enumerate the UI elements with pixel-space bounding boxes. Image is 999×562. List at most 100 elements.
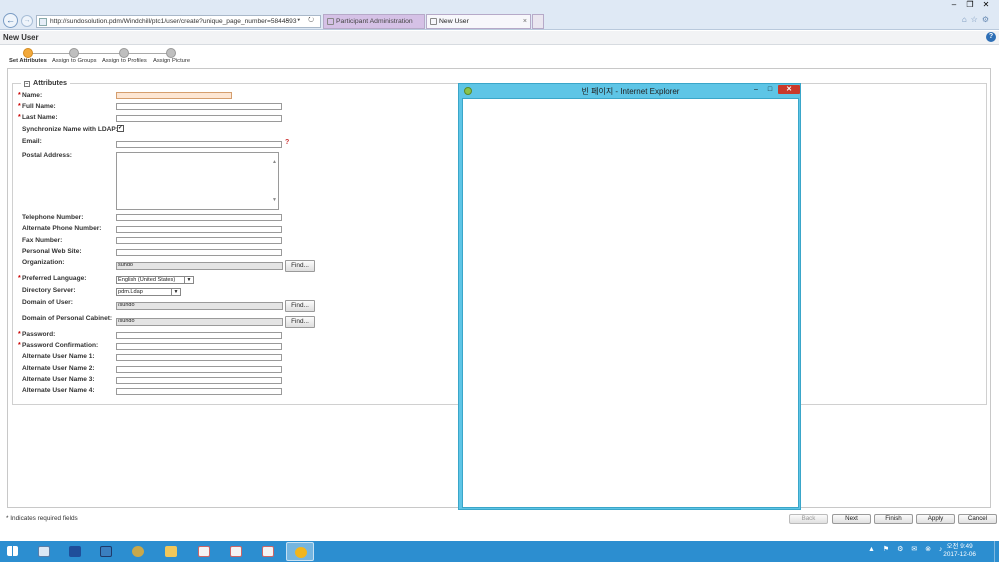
password-input[interactable] (116, 332, 282, 339)
domain-find-button[interactable]: Find... (285, 300, 315, 312)
back-arrow-icon[interactable]: ← (3, 13, 18, 28)
tab-participant-administration[interactable]: Participant Administration (323, 14, 425, 29)
ie-icon (295, 547, 307, 558)
required-marker: * (18, 331, 21, 338)
name-label: Name: (22, 92, 43, 99)
powershell-icon (69, 546, 81, 557)
java-icon (198, 546, 210, 557)
windows-logo-icon (7, 546, 18, 556)
wizard-connector (28, 53, 172, 54)
full-name-label: Full Name: (22, 103, 56, 110)
cabinet-domain-field: /sundo (116, 318, 283, 326)
step-label: Set Attributes (9, 58, 47, 64)
window-close-button[interactable]: ✕ (978, 0, 994, 9)
taskbar-app-internet-explorer[interactable] (286, 542, 314, 561)
email-help-icon[interactable]: ? (285, 139, 289, 146)
language-label: Preferred Language: (22, 275, 87, 282)
alt-user-name-2-input[interactable] (116, 366, 282, 373)
website-input[interactable] (116, 249, 282, 256)
section-title: Attributes (33, 78, 67, 87)
last-name-input[interactable] (116, 115, 282, 122)
cabinet-domain-find-button[interactable]: Find... (285, 316, 315, 328)
fax-input[interactable] (116, 237, 282, 244)
help-icon[interactable]: ? (986, 32, 996, 42)
email-input[interactable] (116, 141, 282, 148)
sync-ldap-label: Synchronize Name with LDAP: (22, 126, 118, 133)
alt-user-name-3-input[interactable] (116, 377, 282, 384)
forward-arrow-icon[interactable]: → (21, 15, 33, 27)
chevron-down-icon: ▼ (184, 277, 193, 283)
popup-maximize-button[interactable]: □ (763, 85, 777, 94)
chevron-down-icon: ▼ (171, 289, 180, 295)
server-manager-icon (38, 546, 50, 557)
scroll-up-icon[interactable]: ▲ (272, 159, 277, 165)
password-confirm-input[interactable] (116, 343, 282, 350)
required-marker: * (18, 103, 21, 110)
folder-icon (165, 546, 177, 557)
alt-user-name-1-input[interactable] (116, 354, 282, 361)
required-marker: * (18, 342, 21, 349)
taskbar-app-server-manager[interactable] (30, 542, 58, 561)
taskbar: ▲ ⚑ ⚙ ✉ ⊗ ♪ 오전 9:49 2017-12-06 (0, 541, 999, 562)
back-button[interactable]: Back (789, 514, 828, 524)
popup-minimize-button[interactable]: ‒ (749, 85, 763, 94)
java-icon (230, 546, 242, 557)
step-label: Assign to Groups (52, 58, 97, 64)
browser-chrome: ‒ ❐ ✕ ← → http://sundosolution.pdm/Windc… (0, 0, 999, 30)
website-label: Personal Web Site: (22, 248, 82, 255)
required-marker: * (18, 275, 21, 282)
show-desktop-button[interactable] (994, 541, 999, 562)
step-label: Assign Picture (153, 58, 191, 64)
next-button[interactable]: Next (832, 514, 871, 524)
attributes-section-header[interactable]: − Attributes (21, 78, 70, 87)
popup-close-button[interactable]: ✕ (778, 85, 800, 94)
taskbar-app-powershell[interactable] (61, 542, 89, 561)
language-select[interactable]: English (United States) ▼ (116, 276, 194, 284)
domain-label: Domain of User: (22, 299, 73, 306)
address-bar[interactable]: http://sundosolution.pdm/Windchill/ptc1/… (36, 15, 321, 28)
cancel-button[interactable]: Cancel (958, 514, 997, 524)
required-fields-note: * Indicates required fields (6, 515, 78, 522)
taskbar-app-remote[interactable] (92, 542, 120, 561)
taskbar-app-java-3[interactable] (254, 542, 282, 561)
apply-button[interactable]: Apply (916, 514, 955, 524)
new-tab-button[interactable] (532, 14, 544, 29)
organization-find-button[interactable]: Find... (285, 260, 315, 272)
fax-label: Fax Number: (22, 237, 63, 244)
address-url[interactable]: http://sundosolution.pdm/Windchill/ptc1/… (50, 18, 297, 25)
email-label: Email: (22, 138, 42, 145)
alt-user-name-4-label: Alternate User Name 4: (22, 387, 95, 394)
address-bar-icons[interactable]: ⌕ ▾ ↻ (285, 17, 317, 25)
finish-button[interactable]: Finish (874, 514, 913, 524)
page-header: New User ? (0, 31, 999, 45)
tab-close-icon[interactable]: × (523, 15, 527, 28)
start-button[interactable] (2, 542, 24, 561)
directory-server-value: pdm.Ldap (118, 289, 143, 295)
clock[interactable]: 오전 9:49 2017-12-06 (943, 543, 976, 559)
window-restore-button[interactable]: ❐ (962, 0, 978, 9)
full-name-input[interactable] (116, 103, 282, 110)
alt-phone-input[interactable] (116, 226, 282, 233)
alt-user-name-2-label: Alternate User Name 2: (22, 365, 95, 372)
taskbar-app-tools[interactable] (124, 542, 152, 561)
clock-time: 오전 9:49 (946, 543, 973, 550)
collapse-icon[interactable]: − (24, 81, 30, 87)
sync-ldap-checkbox[interactable]: ✓ (117, 125, 124, 132)
tab-label: Participant Administration (336, 18, 413, 25)
directory-server-select[interactable]: pdm.Ldap ▼ (116, 288, 181, 296)
browser-toolbar-icons[interactable]: ⌂☆⚙ (962, 15, 993, 24)
taskbar-app-java-1[interactable] (190, 542, 218, 561)
alt-user-name-4-input[interactable] (116, 388, 282, 395)
postal-address-textarea[interactable]: ▲ ▼ (116, 152, 279, 210)
scroll-down-icon[interactable]: ▼ (272, 197, 277, 203)
taskbar-app-explorer[interactable] (157, 542, 185, 561)
domain-field: /sundo (116, 302, 283, 310)
popup-window[interactable]: 빈 페이지 - Internet Explorer ‒ □ ✕ (458, 83, 801, 510)
window-minimize-button[interactable]: ‒ (946, 0, 962, 9)
telephone-input[interactable] (116, 214, 282, 221)
tab-new-user[interactable]: New User × (426, 14, 531, 29)
taskbar-app-java-2[interactable] (222, 542, 250, 561)
step-indicator-icon (69, 48, 79, 58)
name-input[interactable] (116, 92, 232, 99)
system-tray-icons[interactable]: ▲ ⚑ ⚙ ✉ ⊗ ♪ (868, 545, 945, 553)
